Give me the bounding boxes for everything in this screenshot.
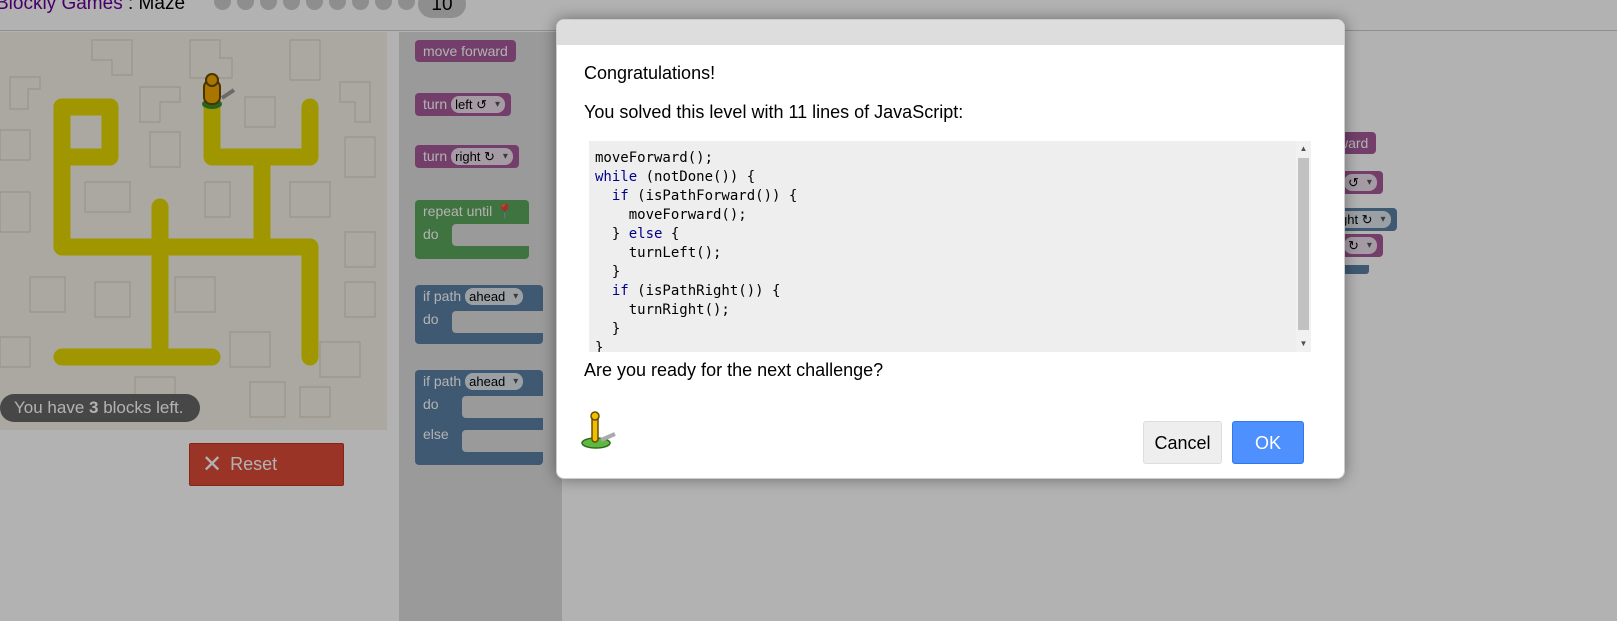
- congratulations-text: Congratulations!: [584, 63, 716, 83]
- pegman-icon: [581, 411, 616, 449]
- javascript-code: moveForward(); while (notDone()) { if (is…: [595, 149, 797, 352]
- code-display[interactable]: moveForward(); while (notDone()) { if (is…: [589, 141, 1311, 352]
- code-scrollbar[interactable]: ▲ ▼: [1296, 141, 1311, 352]
- code-line: }: [595, 340, 604, 352]
- cancel-button[interactable]: Cancel: [1143, 421, 1222, 464]
- ok-button[interactable]: OK: [1232, 421, 1304, 464]
- scroll-down-icon[interactable]: ▼: [1296, 338, 1311, 350]
- dialog-titlebar[interactable]: [557, 20, 1344, 45]
- congratulations-dialog: Congratulations! You solved this level w…: [556, 19, 1345, 479]
- code-line: while (notDone()) {: [595, 169, 756, 185]
- code-line: turnRight();: [595, 302, 730, 318]
- code-line: }: [595, 264, 621, 280]
- scroll-up-icon[interactable]: ▲: [1296, 143, 1311, 155]
- code-line: turnLeft();: [595, 245, 722, 261]
- solved-message: You solved this level with 11 lines of J…: [584, 102, 964, 122]
- code-line: if (isPathRight()) {: [611, 283, 781, 299]
- next-challenge-text: Are you ready for the next challenge?: [584, 360, 884, 380]
- code-line: moveForward();: [595, 207, 747, 223]
- scrollbar-thumb[interactable]: [1298, 158, 1309, 330]
- code-line: }: [595, 321, 621, 337]
- code-line: } else {: [595, 226, 680, 242]
- code-line: moveForward();: [595, 150, 714, 166]
- code-line: if (isPathForward()) {: [611, 188, 798, 204]
